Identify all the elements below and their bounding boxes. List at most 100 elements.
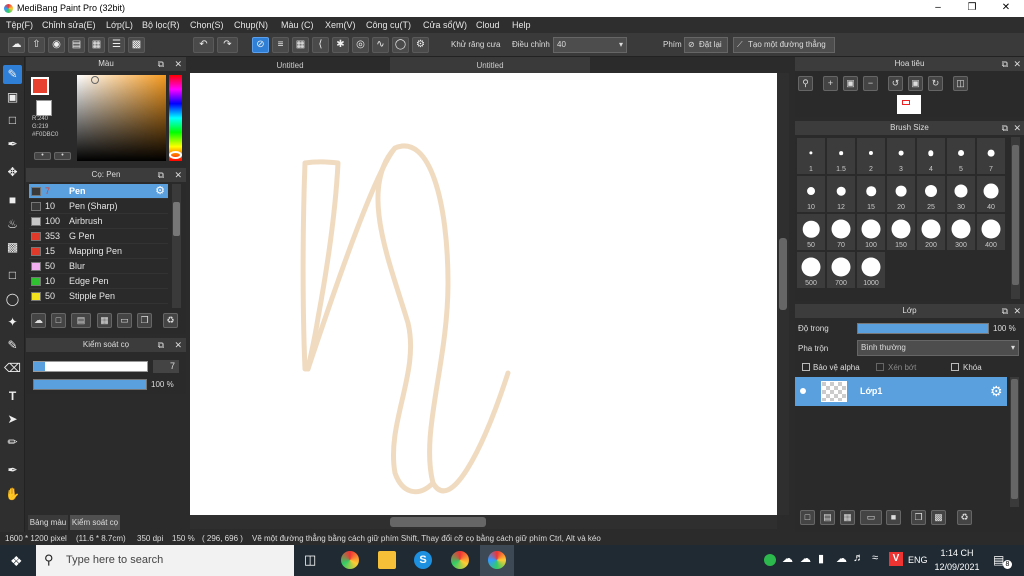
pen-tool-icon[interactable]: ✒ <box>3 135 22 154</box>
brush-size-option[interactable]: 4 <box>917 138 945 174</box>
scroll-thumb[interactable] <box>1011 379 1018 499</box>
foreground-color-swatch[interactable] <box>31 77 49 95</box>
expand-icon[interactable]: ⧉ <box>158 338 164 352</box>
battery-icon[interactable]: ▮ <box>818 552 824 565</box>
eye-icon[interactable] <box>800 388 806 394</box>
brush-size-option[interactable]: 30 <box>947 176 975 212</box>
canvas-tab-active[interactable]: Untitled <box>390 57 590 73</box>
brush-size-option[interactable]: 1 <box>797 138 825 174</box>
close-icon[interactable]: ✕ <box>1013 121 1021 135</box>
new-brush-icon[interactable]: □ <box>51 313 66 328</box>
brush-settings-icon[interactable]: ⚙ <box>155 184 165 199</box>
rotate-left-icon[interactable]: ↺ <box>888 76 903 91</box>
brush-size-scrollbar[interactable] <box>1011 137 1020 299</box>
windows-start-icon[interactable]: ❖ <box>10 553 23 570</box>
brush-size-option[interactable]: 300 <box>947 214 975 250</box>
expand-icon[interactable]: ⧉ <box>158 168 164 182</box>
opacity-slider[interactable] <box>33 379 147 390</box>
brush-size-option[interactable]: 5 <box>947 138 975 174</box>
hand-tool-icon[interactable]: ✋ <box>3 485 22 504</box>
brush-size-option[interactable]: 50 <box>797 214 825 250</box>
menu-edit[interactable]: Chỉnh sửa(E) <box>42 20 96 30</box>
duplicate-layer-icon[interactable]: ❐ <box>911 510 926 525</box>
undo-icon[interactable]: ↶ <box>193 37 214 53</box>
brush-item[interactable]: 10 Edge Pen <box>29 274 168 289</box>
brush-item[interactable]: 50 Blur <box>29 259 168 274</box>
lock-checkbox[interactable] <box>951 363 959 371</box>
merge-layer-icon[interactable]: ▩ <box>931 510 946 525</box>
onedrive-icon[interactable]: ☁ <box>836 552 847 565</box>
add-layer-menu-icon[interactable]: ▭ <box>860 510 882 525</box>
brush-size-option[interactable]: 70 <box>827 214 855 250</box>
menu-color[interactable]: Màu (C) <box>281 20 314 30</box>
expand-icon[interactable]: ⧉ <box>158 57 164 71</box>
clock-time[interactable]: 1:14 CH <box>934 548 980 558</box>
curve-snap-icon[interactable]: ∿ <box>372 37 389 53</box>
brush-size-option[interactable]: 40 <box>977 176 1005 212</box>
taskbar-search[interactable]: ⚲ Type here to search <box>36 545 294 576</box>
swap-color-button[interactable]: • <box>34 152 51 160</box>
brush-size-option[interactable]: 150 <box>887 214 915 250</box>
tab-brush-control[interactable]: Kiểm soát cọ <box>70 515 120 530</box>
divide-tool-icon[interactable]: ✏ <box>3 433 22 452</box>
saturation-value-picker[interactable] <box>77 75 166 161</box>
cloud-brush-icon[interactable]: ☁ <box>31 313 46 328</box>
straight-line-button[interactable]: ⟋ Tạo một đường thẳng <box>733 37 835 53</box>
wifi-icon[interactable]: ≈ <box>872 552 878 564</box>
zoom-out-icon[interactable]: − <box>863 76 878 91</box>
menu-tools[interactable]: Công cụ(T) <box>366 20 411 30</box>
menu-layer[interactable]: Lớp(L) <box>106 20 133 30</box>
comment-icon[interactable]: ◉ <box>48 37 65 53</box>
brush-size-option[interactable]: 20 <box>887 176 915 212</box>
file-explorer-icon[interactable] <box>378 551 396 569</box>
operation-tool-icon[interactable]: ➤ <box>3 410 22 429</box>
menu-cloud[interactable]: Cloud <box>476 20 500 30</box>
fit-icon[interactable]: ▣ <box>843 76 858 91</box>
menu-snap[interactable]: Chụp(N) <box>234 20 268 30</box>
brush-size-option[interactable]: 12 <box>827 176 855 212</box>
grid-snap-icon[interactable]: ▦ <box>292 37 309 53</box>
menu-filter[interactable]: Bộ lọc(R) <box>142 20 180 30</box>
eyedropper-icon[interactable]: ✒ <box>3 461 22 480</box>
drawing-canvas[interactable] <box>190 73 777 515</box>
select-eraser-icon[interactable]: ⌫ <box>3 359 22 378</box>
menu-select[interactable]: Chọn(S) <box>190 20 224 30</box>
eraser-tool-icon[interactable]: ▣ <box>3 88 22 107</box>
canvas-vertical-scrollbar[interactable] <box>777 73 789 515</box>
brush-size-option[interactable]: 1.5 <box>827 138 855 174</box>
maximize-button[interactable]: ❐ <box>955 0 989 17</box>
scroll-thumb[interactable] <box>1012 145 1019 285</box>
brush-item[interactable]: 353 G Pen <box>29 229 168 244</box>
upload-icon[interactable]: ⇧ <box>28 37 45 53</box>
chrome-profile-icon[interactable] <box>451 551 469 569</box>
duplicate-icon[interactable]: ❐ <box>137 313 152 328</box>
layer-opacity-slider[interactable] <box>857 323 989 334</box>
layer-settings-icon[interactable]: ⚙ <box>990 383 1003 400</box>
canvas-horizontal-scrollbar[interactable] <box>190 515 777 529</box>
clip-checkbox[interactable] <box>876 363 884 371</box>
folder-icon[interactable]: ▭ <box>117 313 132 328</box>
scroll-thumb[interactable] <box>390 517 486 527</box>
brush-size-option[interactable]: 15 <box>857 176 885 212</box>
circle-snap-icon[interactable]: ◎ <box>352 37 369 53</box>
menu-view[interactable]: Xem(V) <box>325 20 356 30</box>
snap-settings-icon[interactable]: ⚙ <box>412 37 429 53</box>
layer-name[interactable]: Lớp1 <box>860 386 882 396</box>
menu-help[interactable]: Help <box>512 20 531 30</box>
canvas-tab[interactable]: Untitled <box>190 57 390 73</box>
list-icon[interactable]: ☰ <box>108 37 125 53</box>
select-pen-icon[interactable]: ✎ <box>3 336 22 355</box>
brush-size-option[interactable]: 2 <box>857 138 885 174</box>
close-button[interactable]: ✕ <box>989 0 1023 17</box>
brush-item[interactable]: 10 Pen (Sharp) <box>29 199 168 214</box>
size-value[interactable]: 7 <box>153 360 179 373</box>
new-layer-icon[interactable]: □ <box>800 510 815 525</box>
layer-row[interactable]: Lớp1 ⚙ <box>795 377 1007 406</box>
close-icon[interactable]: ✕ <box>174 338 182 352</box>
hue-slider[interactable] <box>169 75 182 161</box>
shape-tool-icon[interactable]: ■ <box>3 191 22 210</box>
protect-alpha-checkbox[interactable] <box>802 363 810 371</box>
expand-icon[interactable]: ⧉ <box>1002 57 1008 71</box>
brush-settings-icon[interactable]: ▦ <box>97 313 112 328</box>
picker-cursor[interactable] <box>91 76 99 84</box>
